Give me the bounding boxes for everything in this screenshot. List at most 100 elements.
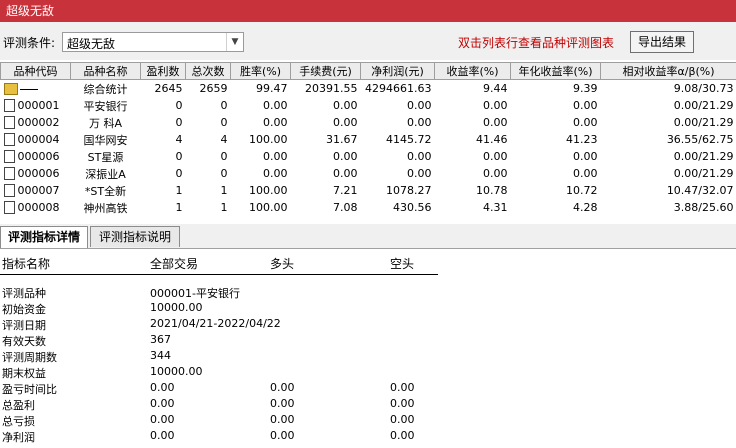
row-name: 平安银行 [83, 99, 128, 113]
detail-all: 0.00 [150, 413, 175, 426]
row-code-cell: 000006 [1, 148, 71, 165]
detail-long: 0.00 [270, 397, 295, 410]
hint-text: 双击列表行查看品种评测图表 [458, 36, 615, 50]
document-icon [3, 99, 15, 113]
header-name[interactable]: 品种名称 [70, 62, 141, 80]
row-name: 深振业A [85, 167, 126, 181]
detail-label: 评测周期数 [2, 351, 57, 364]
export-button[interactable]: 导出结果 [630, 31, 694, 53]
detail-all: 10000.00 [150, 365, 203, 378]
row-fee: 0.00 [333, 99, 358, 112]
summary-profit-count: 2645 [154, 82, 183, 95]
header-return[interactable]: 收益率(%) [434, 62, 511, 80]
table-header-row: 品种代码 品种名称 盈利数 总次数 胜率(%) 手续费(元) 净利润(元) 收益… [0, 62, 736, 80]
detail-all: 344 [150, 349, 171, 362]
table-row[interactable]: 000001 平安银行 0 0 0.00 0.00 0.00 0.00 0.00… [1, 97, 736, 114]
row-annual-return: 0.00 [573, 99, 598, 112]
detail-short: 0.00 [390, 413, 415, 426]
detail-row: 净利润 0.00 0.00 0.00 [0, 429, 440, 445]
detail-short: 0.00 [390, 397, 415, 410]
table-row[interactable]: 000004 国华网安 4 4 100.00 31.67 4145.72 41.… [1, 131, 736, 148]
condition-select[interactable]: 超级无敌 ▼ [62, 32, 244, 52]
row-relative: 36.55/62.75 [666, 133, 734, 146]
detail-long: 0.00 [270, 429, 295, 442]
detail-label: 有效天数 [2, 335, 46, 348]
header-annual-return[interactable]: 年化收益率(%) [510, 62, 601, 80]
detail-header-divider [0, 274, 438, 275]
row-code-cell: 000007 [1, 182, 71, 199]
header-total-count[interactable]: 总次数 [185, 62, 231, 80]
table-row[interactable]: 000002 万 科A 0 0 0.00 0.00 0.00 0.00 0.00… [1, 114, 736, 131]
summary-total-count: 2659 [199, 82, 228, 95]
row-code: 000006 [17, 149, 60, 163]
row-code-cell: 000004 [1, 131, 71, 148]
condition-label: 评测条件: [3, 36, 56, 50]
header-win-rate[interactable]: 胜率(%) [230, 62, 291, 80]
detail-short: 0.00 [390, 429, 415, 442]
summary-net-profit: 4294661.63 [365, 82, 432, 95]
table-row[interactable]: 000006 ST星源 0 0 0.00 0.00 0.00 0.00 0.00… [1, 148, 736, 165]
header-fee[interactable]: 手续费(元) [290, 62, 361, 80]
row-fee: 7.08 [333, 201, 358, 214]
detail-header-long: 多头 [270, 257, 295, 271]
row-fee: 0.00 [333, 167, 358, 180]
summary-annual-return: 9.39 [573, 82, 598, 95]
detail-label: 评测日期 [2, 319, 46, 332]
detail-row: 期末权益 10000.00 [0, 365, 440, 381]
row-net-profit: 0.00 [407, 116, 432, 129]
tab-indicator-details[interactable]: 评测指标详情 [0, 226, 88, 248]
row-code-cell: 000001 [1, 97, 71, 114]
row-net-profit: 0.00 [407, 150, 432, 163]
row-win-rate: 100.00 [249, 184, 288, 197]
detail-all: 0.00 [150, 397, 175, 410]
document-icon [3, 150, 15, 164]
detail-row: 有效天数 367 [0, 333, 440, 349]
header-net-profit[interactable]: 净利润(元) [360, 62, 435, 80]
detail-label: 期末权益 [2, 367, 46, 380]
table-row[interactable]: 000007 *ST全新 1 1 100.00 7.21 1078.27 10.… [1, 182, 736, 199]
header-profit-count[interactable]: 盈利数 [140, 62, 186, 80]
table-row[interactable]: 000006 深振业A 0 0 0.00 0.00 0.00 0.00 0.00… [1, 165, 736, 182]
row-name: 国华网安 [83, 133, 128, 147]
chevron-down-icon[interactable]: ▼ [226, 33, 243, 51]
detail-panel: 指标名称 全部交易 多头 空头 评测品种 000001-平安银行 初始资金 10… [0, 249, 736, 448]
detail-row: 盈亏时间比 0.00 0.00 0.00 [0, 381, 440, 397]
row-profit-count: 1 [175, 201, 183, 214]
detail-all: 0.00 [150, 429, 175, 442]
row-profit-count: 4 [175, 133, 183, 146]
row-net-profit: 1078.27 [386, 184, 432, 197]
row-code-cell: 000006 [1, 165, 71, 182]
row-name: 神州高铁 [83, 201, 128, 215]
row-win-rate: 0.00 [263, 99, 288, 112]
row-win-rate: 0.00 [263, 150, 288, 163]
row-code: 000004 [17, 132, 60, 146]
summary-row[interactable]: 综合统计 2645 2659 99.47 20391.55 4294661.63… [1, 80, 736, 98]
row-name: 万 科A [88, 116, 123, 130]
summary-win-rate: 99.47 [256, 82, 288, 95]
detail-row: 评测品种 000001-平安银行 [0, 285, 440, 301]
row-profit-count: 0 [175, 99, 183, 112]
row-net-profit: 0.00 [407, 99, 432, 112]
row-code: 000006 [17, 166, 60, 180]
detail-label: 初始资金 [2, 303, 46, 316]
row-total-count: 4 [220, 133, 228, 146]
row-total-count: 1 [220, 184, 228, 197]
row-relative: 3.88/25.60 [673, 201, 734, 214]
header-code[interactable]: 品种代码 [0, 62, 71, 80]
row-win-rate: 100.00 [249, 201, 288, 214]
condition-select-value: 超级无敌 [67, 37, 116, 51]
summary-folder-icon [3, 83, 18, 95]
detail-header-short: 空头 [390, 257, 415, 271]
row-profit-count: 0 [175, 150, 183, 163]
row-win-rate: 0.00 [263, 167, 288, 180]
row-fee: 0.00 [333, 150, 358, 163]
table-row[interactable]: 000008 神州高铁 1 1 100.00 7.08 430.56 4.31 … [1, 199, 736, 216]
header-relative-return[interactable]: 相对收益率α/β(%) [600, 62, 736, 80]
row-net-profit: 0.00 [407, 167, 432, 180]
row-return: 10.78 [476, 184, 508, 197]
tab-indicator-explanation[interactable]: 评测指标说明 [90, 226, 180, 247]
detail-all: 0.00 [150, 381, 175, 394]
detail-label: 总盈利 [2, 399, 35, 412]
summary-name: 综合统计 [83, 82, 128, 96]
row-return: 0.00 [483, 99, 508, 112]
